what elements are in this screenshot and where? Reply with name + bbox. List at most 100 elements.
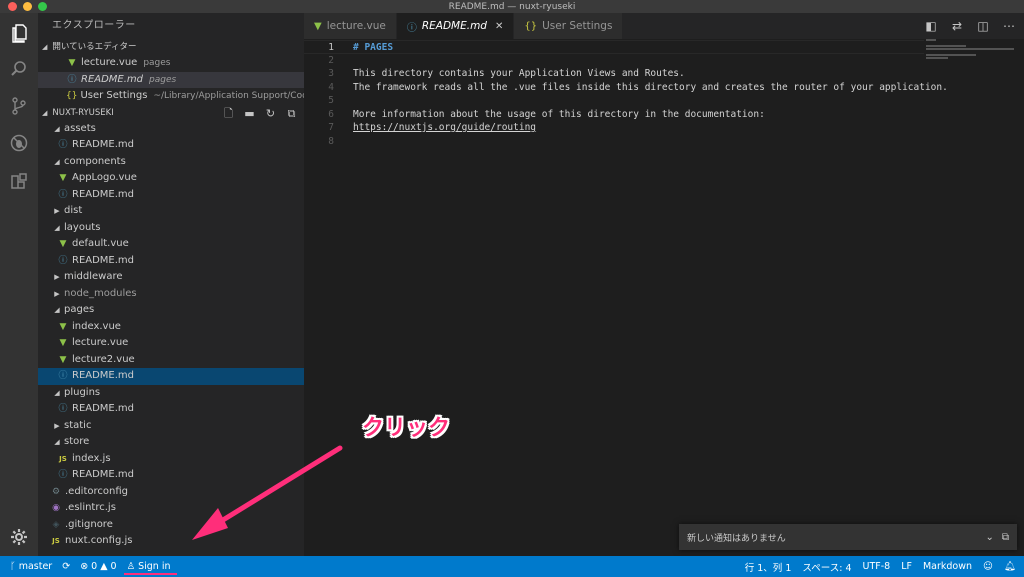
tree-file[interactable]: ⓘ README.md (38, 187, 304, 204)
line-text: The framework reads all the .vue files i… (353, 81, 948, 93)
problems-status[interactable]: ⊗ 0 ▲ 0 (80, 561, 116, 572)
annotation-underline (124, 573, 177, 575)
tab-user-settings[interactable]: {} User Settings (514, 13, 624, 39)
code-line[interactable]: 6 More information about the usage of thi… (304, 108, 924, 122)
editor-actions: ◧ ⇄ ◫ ⋯ (924, 19, 1016, 33)
tree-item-label: README.md (72, 469, 135, 480)
explorer-actions: 🗋 ▬ ↻ ⧉ (222, 106, 298, 122)
code-line[interactable]: 8 (304, 135, 924, 149)
tree-file[interactable]: ⓘ README.md (38, 137, 304, 154)
refresh-icon[interactable]: ↻ (264, 106, 277, 122)
tree-item-label: lecture2.vue (72, 353, 135, 365)
window-controls (8, 2, 47, 11)
code-line[interactable]: 4 The framework reads all the .vue files … (304, 81, 948, 95)
chevron-right-icon: ▶ (54, 421, 60, 430)
maximize-window-button[interactable] (38, 2, 47, 11)
eslint-icon: ◉ (52, 503, 60, 513)
close-icon[interactable]: ✕ (495, 21, 503, 32)
extensions-activity[interactable] (0, 163, 38, 199)
signin-button[interactable]: ♙ Sign in (127, 561, 171, 572)
warning-count: 0 (110, 561, 117, 572)
tree-file[interactable]: ⓘ README.md (38, 401, 304, 418)
collapse-all-icon[interactable]: ⧉ (285, 106, 298, 122)
clear-all-icon[interactable]: ⧉ (1002, 532, 1009, 543)
chevron-down-icon: ◢ (54, 157, 60, 166)
encoding-status[interactable]: UTF-8 (863, 561, 891, 572)
open-editor-desc: ~/Library/Application Support/Code... (153, 91, 304, 101)
vue-icon: ▼ (59, 173, 67, 183)
open-editors-header[interactable]: ◢ 開いているエディター (38, 39, 304, 55)
minimize-window-button[interactable] (23, 2, 32, 11)
close-window-button[interactable] (8, 2, 17, 11)
tree-file[interactable]: ▼ lecture.vue (38, 335, 304, 352)
tree-folder[interactable]: ◢ components (38, 154, 304, 171)
json-icon: {} (66, 91, 78, 101)
tree-item-label: lecture.vue (72, 337, 129, 348)
tree-item-label: README.md (72, 254, 135, 266)
chevron-down-icon[interactable]: ⌄ (985, 532, 993, 543)
open-editor-item[interactable]: {} User Settings ~/Library/Application S… (38, 88, 304, 105)
tree-file[interactable]: ⓘ README.md (38, 253, 304, 270)
tree-item-label: index.js (72, 452, 111, 464)
tree-folder[interactable]: ▶ node_modules (38, 286, 304, 303)
branch-status[interactable]: ᚴ master (10, 561, 52, 572)
new-folder-icon[interactable]: ▬ (243, 106, 256, 122)
line-number: 6 (328, 108, 334, 120)
editor-area[interactable]: 1 # PAGES 2 3 This directory contains your A… (304, 39, 1024, 556)
code-line[interactable]: 1 # PAGES (304, 40, 924, 54)
tree-file[interactable]: ▼ lecture2.vue (38, 352, 304, 369)
line-text: This directory contains your Application… (353, 68, 685, 79)
window-title: README.md — nuxt-ryuseki (448, 1, 576, 12)
code-line[interactable]: 5 (304, 94, 924, 108)
tree-folder[interactable]: ◢ assets (38, 121, 304, 138)
open-editor-item[interactable]: ▼ lecture.vue pages (38, 55, 304, 72)
sync-status[interactable]: ⟳ (62, 561, 70, 572)
open-editor-name: User Settings (80, 90, 148, 101)
language-status[interactable]: Markdown (923, 561, 972, 572)
project-header[interactable]: ◢ NUXT-RYUSEKI 🗋 ▬ ↻ ⧉ (38, 105, 304, 121)
debug-activity[interactable] (0, 125, 38, 161)
search-activity[interactable] (0, 51, 38, 87)
tab-label: User Settings (542, 20, 613, 32)
explorer-activity[interactable] (0, 15, 38, 51)
tree-item-label: assets (64, 122, 96, 134)
tree-folder[interactable]: ▶ middleware (38, 269, 304, 286)
tree-item-label: layouts (64, 221, 101, 233)
new-file-icon[interactable]: 🗋 (222, 106, 235, 122)
settings-activity[interactable] (0, 519, 38, 555)
tree-file[interactable]: ▼ AppLogo.vue (38, 170, 304, 187)
more-icon[interactable]: ⋯ (1002, 19, 1016, 33)
tree-folder[interactable]: ▶ dist (38, 203, 304, 220)
cursor-position[interactable]: 行 1、列 1 (745, 560, 792, 574)
line-number: 5 (328, 95, 334, 106)
vue-icon: ▼ (59, 354, 67, 365)
tab-lecture-vue[interactable]: ▼ lecture.vue (304, 13, 397, 39)
json-icon: {} (524, 20, 538, 32)
tree-item-label: static (64, 419, 92, 431)
tree-folder[interactable]: ◢ pages (38, 302, 304, 319)
smiley-icon[interactable]: ☺ (983, 561, 993, 572)
indentation-status[interactable]: スペース: 4 (802, 560, 851, 574)
compare-icon[interactable]: ⇄ (950, 19, 964, 33)
minimap[interactable] (926, 39, 1016, 69)
tree-folder[interactable]: ◢ plugins (38, 385, 304, 402)
tab-readme-md[interactable]: ⓘ README.md ✕ (396, 13, 515, 39)
code-line[interactable]: 2 (304, 54, 924, 68)
tree-file[interactable]: ▼ index.vue (38, 319, 304, 336)
tree-file[interactable]: ▼ default.vue (38, 236, 304, 253)
code-line[interactable]: 7 https://nuxtjs.org/guide/routing (304, 121, 924, 135)
open-editor-item[interactable]: ⓘ README.md pages (38, 71, 304, 88)
tree-file[interactable]: ⓘ README.md (38, 368, 304, 385)
eol-status[interactable]: LF (901, 561, 912, 572)
line-text: # PAGES (353, 42, 394, 53)
source-control-activity[interactable] (0, 88, 38, 124)
tab-label: lecture.vue (326, 20, 386, 32)
vue-icon: ▼ (59, 338, 67, 348)
code-line[interactable]: 3 This directory contains your Applicatio… (304, 67, 924, 81)
config-icon: ⚙ (51, 486, 61, 497)
bell-icon[interactable]: 🔔︎ (1004, 561, 1016, 572)
split-editor-icon[interactable]: ◫ (976, 19, 990, 33)
open-editor-desc: pages (143, 58, 171, 68)
tree-folder[interactable]: ◢ layouts (38, 220, 304, 237)
open-preview-icon[interactable]: ◧ (924, 19, 938, 33)
